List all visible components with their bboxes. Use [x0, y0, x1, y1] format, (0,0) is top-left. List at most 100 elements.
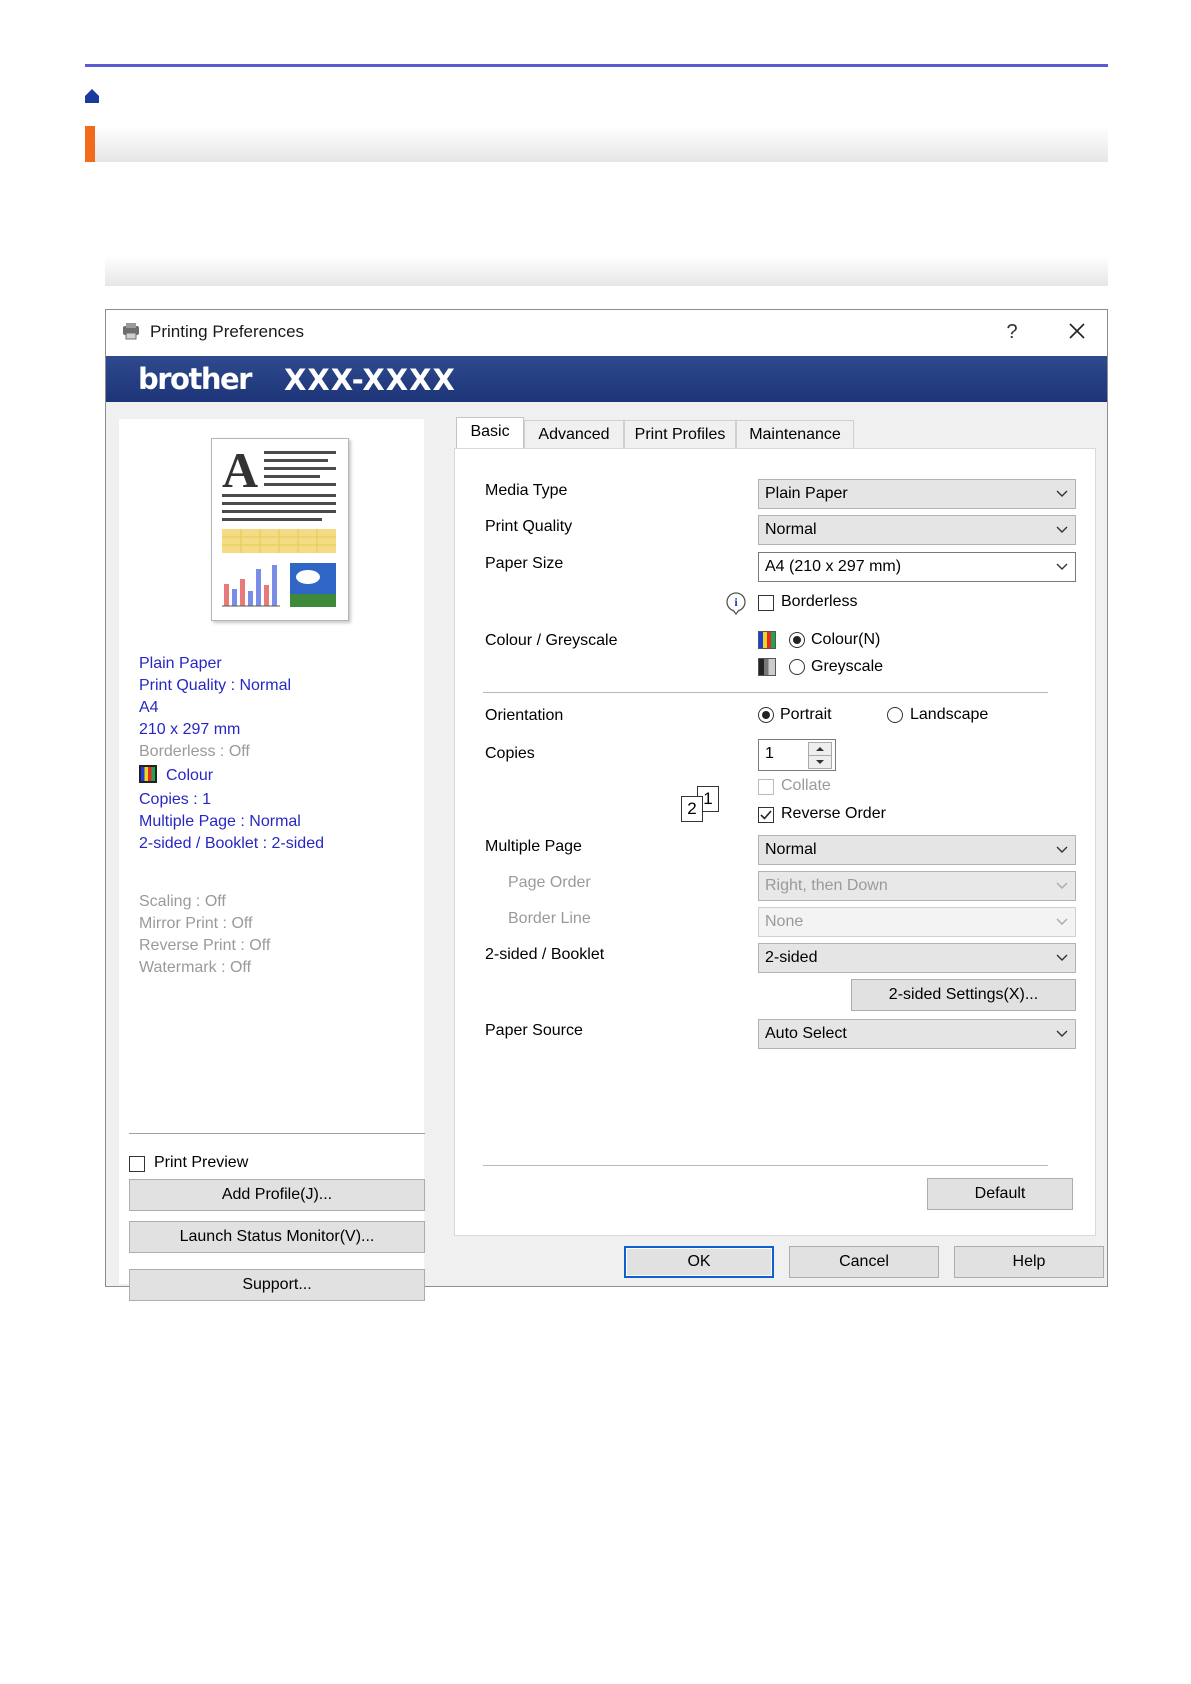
paper-source-select[interactable]: Auto Select: [758, 1019, 1076, 1049]
borderless-checkbox[interactable]: [758, 595, 774, 611]
landscape-radio[interactable]: [887, 707, 903, 723]
brand-banner: brother XXX-XXXX: [106, 356, 1107, 402]
summary-colour: Colour: [139, 765, 324, 787]
printer-icon: [123, 323, 139, 340]
colour-greyscale-label: Colour / Greyscale: [485, 632, 618, 649]
paper-size-select[interactable]: A4 (210 x 297 mm): [758, 552, 1076, 582]
orientation-label: Orientation: [485, 707, 564, 724]
paper-size-label: Paper Size: [485, 555, 564, 572]
section-heading-bar: [85, 126, 1108, 162]
colour-option-label[interactable]: Colour(N): [811, 631, 880, 649]
border-line-select[interactable]: None: [758, 907, 1076, 937]
borderless-label[interactable]: Borderless: [781, 593, 857, 611]
svg-text:A: A: [222, 442, 258, 498]
print-preview-label[interactable]: Print Preview: [154, 1154, 248, 1172]
reverse-order-label[interactable]: Reverse Order: [781, 805, 886, 823]
chevron-down-icon: [1056, 1030, 1068, 1037]
media-type-select[interactable]: Plain Paper: [758, 479, 1076, 509]
tab-advanced[interactable]: Advanced: [524, 420, 624, 448]
copies-down-button[interactable]: [808, 755, 832, 769]
border-line-label: Border Line: [508, 910, 591, 927]
summary-dimensions: 210 x 297 mm: [139, 721, 241, 738]
copies-value[interactable]: 1: [765, 745, 774, 763]
home-icon[interactable]: [84, 88, 100, 104]
media-type-label: Media Type: [485, 482, 568, 499]
section-divider: [483, 692, 1048, 693]
printing-preferences-dialog: Printing Preferences ? brother XXX-XXXX …: [105, 309, 1108, 1301]
reverse-order-checkbox[interactable]: [758, 807, 774, 823]
bottom-divider: [483, 1165, 1048, 1166]
summary-watermark: Watermark : Off: [139, 959, 252, 976]
summary-multiple-page: Multiple Page : Normal: [139, 813, 301, 830]
header-rule: [85, 64, 1108, 67]
settings-summary-panel: A Plain Paper Print Quality: Normal A4 …: [119, 419, 425, 1301]
collate-label[interactable]: Collate: [781, 777, 831, 795]
ok-button[interactable]: OK: [624, 1246, 774, 1278]
chevron-down-icon: [816, 760, 824, 764]
close-icon[interactable]: [1059, 318, 1095, 346]
dialog-title: Printing Preferences: [150, 322, 305, 341]
support-button[interactable]: Support...: [129, 1269, 425, 1301]
chevron-down-icon: [1056, 526, 1068, 533]
chevron-down-icon: [1056, 918, 1068, 925]
info-icon[interactable]: i: [724, 591, 748, 615]
two-sided-settings-button[interactable]: 2-sided Settings(X)...: [851, 979, 1076, 1011]
add-profile-button[interactable]: Add Profile(J)...: [129, 1179, 425, 1211]
heading-accent: [85, 126, 95, 162]
greyscale-radio[interactable]: [789, 659, 805, 675]
title-bar: Printing Preferences ?: [106, 310, 1107, 356]
tab-maintenance[interactable]: Maintenance: [736, 420, 854, 448]
summary-copies: Copies : 1: [139, 791, 212, 808]
tab-basic[interactable]: Basic: [456, 417, 524, 449]
page-order-select[interactable]: Right, then Down: [758, 871, 1076, 901]
summary-reverse: Reverse Print : Off: [139, 937, 271, 954]
copies-up-button[interactable]: [808, 742, 832, 756]
summary-mirror: Mirror Print : Off: [139, 915, 253, 932]
brand-logo: brother: [138, 362, 252, 396]
collate-checkbox[interactable]: [758, 779, 774, 795]
chevron-down-icon: [1056, 954, 1068, 961]
subsection-bar: [105, 256, 1108, 286]
summary-two-sided: 2-sided / Booklet : 2-sided: [139, 835, 324, 852]
print-quality-label: Print Quality: [485, 518, 573, 535]
landscape-label[interactable]: Landscape: [910, 706, 988, 724]
collate-pages-icon: 1 2: [679, 786, 719, 822]
page-order-label: Page Order: [508, 874, 591, 891]
checkmark-icon: [760, 810, 772, 820]
greyscale-option-label[interactable]: Greyscale: [811, 658, 883, 676]
chevron-down-icon: [1056, 563, 1068, 570]
print-preview-checkbox[interactable]: [129, 1156, 145, 1172]
colour-icon: [139, 765, 157, 783]
multiple-page-select[interactable]: Normal: [758, 835, 1076, 865]
basic-tab-panel: Media Type Plain Paper Print Quality Nor…: [454, 448, 1096, 1236]
portrait-radio[interactable]: [758, 707, 774, 723]
portrait-label[interactable]: Portrait: [780, 706, 832, 724]
colour-icon: [758, 631, 776, 649]
chevron-up-icon: [816, 747, 824, 751]
summary-size: A4: [139, 699, 159, 716]
collate-page-back: 2: [681, 796, 703, 822]
help-button[interactable]: Help: [954, 1246, 1104, 1278]
multiple-page-label: Multiple Page: [485, 838, 582, 855]
summary-borderless: Borderless : Off: [139, 743, 250, 760]
paper-source-label: Paper Source: [485, 1022, 583, 1039]
copies-label: Copies: [485, 745, 535, 762]
page-preview-image: A: [211, 438, 349, 621]
cancel-button[interactable]: Cancel: [789, 1246, 939, 1278]
colour-radio[interactable]: [789, 632, 805, 648]
settings-summary-list: Plain Paper Print Quality : Normal A4 21…: [139, 653, 324, 979]
summary-scaling: Scaling : Off: [139, 893, 226, 910]
default-button[interactable]: Default: [927, 1178, 1073, 1210]
launch-status-monitor-button[interactable]: Launch Status Monitor(V)...: [129, 1221, 425, 1253]
two-sided-select[interactable]: 2-sided: [758, 943, 1076, 973]
greyscale-icon: [758, 658, 776, 676]
two-sided-label: 2-sided / Booklet: [485, 946, 605, 963]
chevron-down-icon: [1056, 882, 1068, 889]
copies-stepper[interactable]: 1: [758, 739, 836, 771]
model-name: XXX-XXXX: [284, 363, 456, 397]
summary-quality: Print Quality : Normal: [139, 677, 292, 694]
tab-print-profiles[interactable]: Print Profiles: [624, 420, 736, 448]
help-title-button[interactable]: ?: [994, 318, 1030, 346]
print-quality-select[interactable]: Normal: [758, 515, 1076, 545]
summary-media: Plain Paper: [139, 655, 222, 672]
